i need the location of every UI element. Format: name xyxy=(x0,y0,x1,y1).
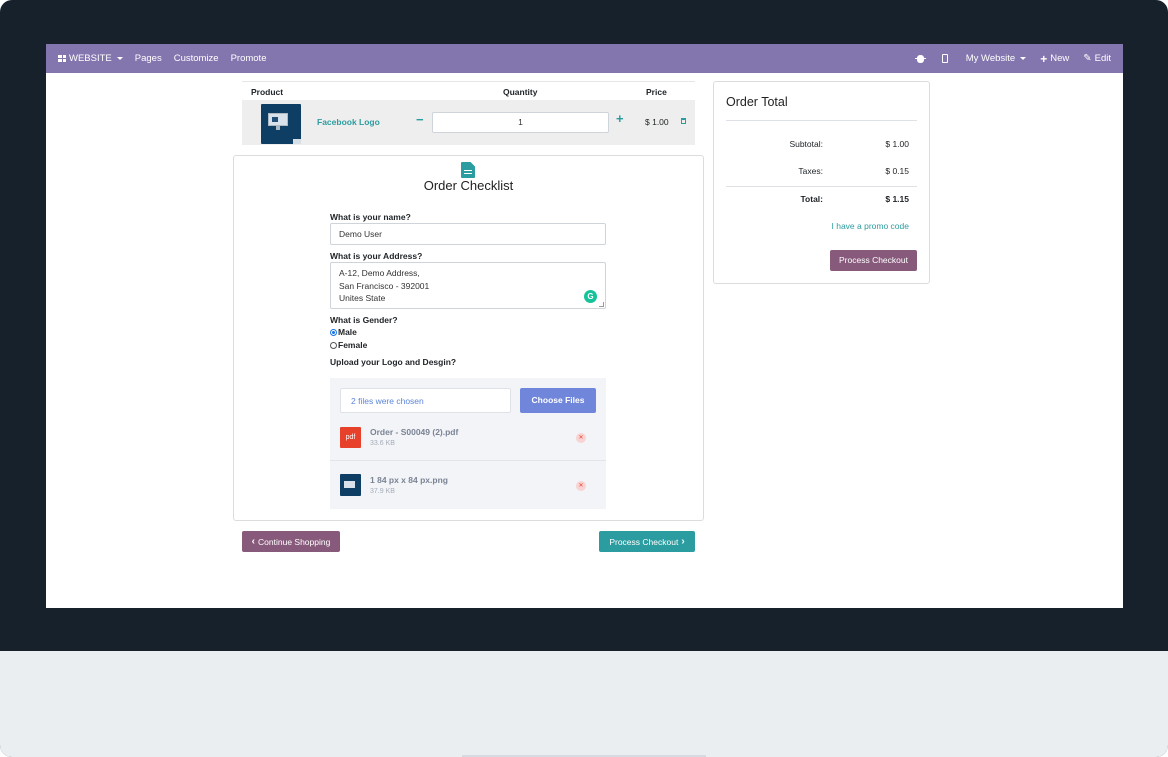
header-price: Price xyxy=(646,87,667,97)
name-label: What is your name? xyxy=(330,212,411,222)
header-quantity: Quantity xyxy=(503,87,538,97)
site-selector[interactable]: My Website xyxy=(960,44,1032,73)
navbar-left: WEBSITE Pages Customize Promote xyxy=(52,44,272,73)
plus-icon: + xyxy=(1040,51,1048,66)
taxes-label: Taxes: xyxy=(798,166,823,176)
new-button-label: New xyxy=(1050,53,1070,64)
cart-table-header: Product Quantity Price xyxy=(242,81,695,100)
navbar-right: My Website + New ✎ Edit xyxy=(911,44,1117,73)
checklist-title: Order Checklist xyxy=(423,178,514,193)
file-name: Order - S00049 (2).pdf xyxy=(370,427,459,437)
product-name-link[interactable]: Facebook Logo xyxy=(317,117,380,127)
chevron-right-icon: › xyxy=(681,536,685,547)
product-price: $ 1.00 xyxy=(645,117,669,127)
nav-pages[interactable]: Pages xyxy=(129,44,168,73)
pdf-file-icon: pdf xyxy=(340,427,361,448)
quantity-increase-button[interactable]: + xyxy=(616,111,624,126)
image-file-icon xyxy=(340,474,361,496)
female-label: Female xyxy=(338,340,368,350)
order-total-title: Order Total xyxy=(726,95,788,109)
file-size: 37.9 KB xyxy=(370,488,395,495)
chevron-left-icon: ‹ xyxy=(251,536,256,547)
address-line: A-12, Demo Address, xyxy=(339,268,420,278)
divider xyxy=(726,186,917,187)
browser-screen: WEBSITE Pages Customize Promote My Websi… xyxy=(46,44,1123,608)
mobile-icon xyxy=(941,54,948,63)
order-total-panel: Order Total Subtotal: $ 1.00 Taxes: $ 0.… xyxy=(713,81,930,284)
name-field[interactable]: Demo User xyxy=(330,223,606,245)
nav-customize[interactable]: Customize xyxy=(168,44,225,73)
gender-option-male[interactable]: Male xyxy=(330,327,357,337)
cart-table: Product Quantity Price Facebook Logo − 1… xyxy=(242,81,695,145)
files-chosen-display[interactable]: 2 files were chosen xyxy=(340,388,511,413)
address-label: What is your Address? xyxy=(330,251,423,261)
trash-icon[interactable] xyxy=(681,118,686,124)
male-label: Male xyxy=(338,327,357,337)
continue-shopping-label: Continue Shopping xyxy=(258,536,331,547)
gender-label: What is Gender? xyxy=(330,315,398,325)
address-line: San Francisco - 392001 xyxy=(339,280,430,291)
female-radio[interactable] xyxy=(330,341,337,349)
remove-file-icon[interactable]: ✕ xyxy=(576,481,586,491)
list-item: 1 84 px x 84 px.png 37.9 KB ✕ xyxy=(330,462,606,509)
header-product: Product xyxy=(251,87,284,97)
choose-files-button[interactable]: Choose Files xyxy=(520,388,596,413)
list-item: pdf Order - S00049 (2).pdf 33.6 KB ✕ xyxy=(330,414,606,461)
upload-label: Upload your Logo and Desgin? xyxy=(330,357,457,367)
male-radio[interactable] xyxy=(330,328,337,336)
resize-handle[interactable] xyxy=(599,302,604,307)
grammarly-icon[interactable]: G xyxy=(584,290,597,303)
monitor-chin xyxy=(0,651,1168,757)
order-checklist-panel: Order Checklist What is your name? Demo … xyxy=(233,155,704,521)
quantity-input[interactable]: 1 xyxy=(432,112,609,133)
process-checkout-button[interactable]: Process Checkout › xyxy=(599,531,695,552)
subtotal-value: $ 1.00 xyxy=(885,139,909,149)
gender-option-female[interactable]: Female xyxy=(330,340,367,350)
caret-down-icon xyxy=(1020,57,1027,60)
total-label: Total: xyxy=(800,194,823,204)
edit-button-label: Edit xyxy=(1094,53,1111,64)
quantity-decrease-button[interactable]: − xyxy=(416,112,424,127)
address-line: Unites State xyxy=(339,293,386,303)
subtotal-label: Subtotal: xyxy=(789,139,823,149)
website-menu[interactable]: WEBSITE xyxy=(52,44,129,73)
edit-button[interactable]: ✎ Edit xyxy=(1077,44,1117,73)
taxes-value: $ 0.15 xyxy=(885,166,909,176)
nav-promote[interactable]: Promote xyxy=(225,44,273,73)
website-menu-label: WEBSITE xyxy=(69,53,112,64)
address-field[interactable]: A-12, Demo Address, San Francisco - 3920… xyxy=(330,262,606,309)
mobile-preview-button[interactable] xyxy=(930,44,960,73)
divider xyxy=(726,120,917,121)
bug-icon xyxy=(914,54,926,63)
process-checkout-label: Process Checkout xyxy=(609,536,679,547)
new-button[interactable]: + New xyxy=(1032,44,1077,73)
debug-button[interactable] xyxy=(911,44,930,73)
remove-file-icon[interactable]: ✕ xyxy=(576,433,586,443)
apps-grid-icon xyxy=(58,55,66,62)
caret-down-icon xyxy=(116,57,123,60)
document-icon xyxy=(461,162,475,178)
order-total-process-checkout-button[interactable]: Process Checkout xyxy=(830,250,917,271)
product-image[interactable] xyxy=(261,104,301,144)
file-name: 1 84 px x 84 px.png xyxy=(370,475,448,485)
total-value: $ 1.15 xyxy=(885,194,909,204)
file-upload-area: 2 files were chosen Choose Files pdf Ord… xyxy=(330,378,606,509)
website-navbar: WEBSITE Pages Customize Promote My Websi… xyxy=(46,44,1123,73)
pencil-icon: ✎ xyxy=(1083,53,1092,64)
promo-code-link[interactable]: I have a promo code xyxy=(832,221,910,231)
file-size: 33.6 KB xyxy=(370,440,395,447)
site-selector-label: My Website xyxy=(965,53,1016,64)
continue-shopping-button[interactable]: ‹ Continue Shopping xyxy=(242,531,340,552)
table-row: Facebook Logo − 1 + $ 1.00 xyxy=(242,100,695,145)
